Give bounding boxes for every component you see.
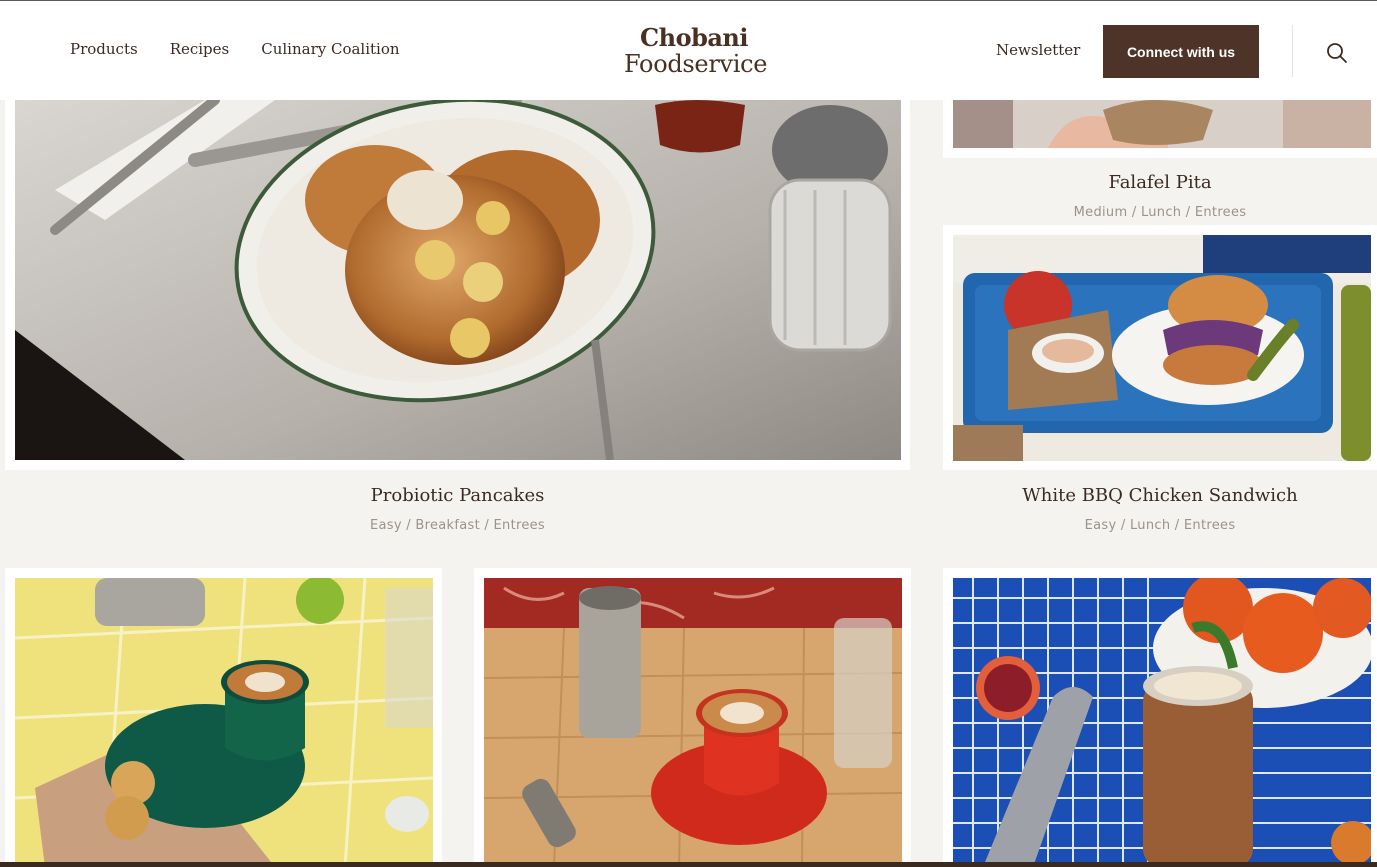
logo-sub: Foodservice xyxy=(624,50,768,78)
search-icon[interactable] xyxy=(1326,42,1348,64)
primary-nav: Products Recipes Culinary Coalition xyxy=(70,40,400,58)
header-divider xyxy=(1292,25,1293,77)
pancakes-photo xyxy=(15,100,901,460)
connect-with-us-button[interactable]: Connect with us xyxy=(1103,25,1259,78)
recipe-card-latte-blue[interactable] xyxy=(943,568,1377,867)
nav-recipes[interactable]: Recipes xyxy=(170,40,230,58)
recipe-card-white-bbq-chicken-sandwich[interactable] xyxy=(943,225,1377,470)
nav-newsletter[interactable]: Newsletter xyxy=(996,41,1080,59)
recipe-card-falafel-pita[interactable] xyxy=(943,100,1377,158)
recipe-card-probiotic-pancakes[interactable] xyxy=(5,100,910,470)
blue-latte-photo xyxy=(953,578,1371,867)
recipe-title[interactable]: Falafel Pita xyxy=(943,172,1377,193)
recipe-card-latte-green[interactable] xyxy=(5,568,442,867)
bottom-bar xyxy=(0,862,1377,867)
red-latte-photo xyxy=(484,578,902,867)
recipe-title[interactable]: White BBQ Chicken Sandwich xyxy=(943,485,1377,506)
logo-brand: Chobani xyxy=(640,23,748,52)
recipe-title[interactable]: Probiotic Pancakes xyxy=(5,485,910,506)
nav-culinary-coalition[interactable]: Culinary Coalition xyxy=(261,40,399,58)
nav-products[interactable]: Products xyxy=(70,40,138,58)
green-latte-photo xyxy=(15,578,433,867)
recipe-tags: Medium / Lunch / Entrees xyxy=(1073,205,1247,220)
recipe-card-latte-red[interactable] xyxy=(474,568,911,867)
recipe-tags: Easy / Lunch / Entrees xyxy=(1084,518,1236,533)
site-header: Products Recipes Culinary Coalition Chob… xyxy=(0,1,1377,100)
recipe-tags: Easy / Breakfast / Entrees xyxy=(370,518,545,533)
falafel-photo xyxy=(953,100,1371,148)
chobani-foodservice-logo[interactable]: Chobani Foodservice xyxy=(624,23,768,78)
bbq-sandwich-photo xyxy=(953,235,1371,461)
